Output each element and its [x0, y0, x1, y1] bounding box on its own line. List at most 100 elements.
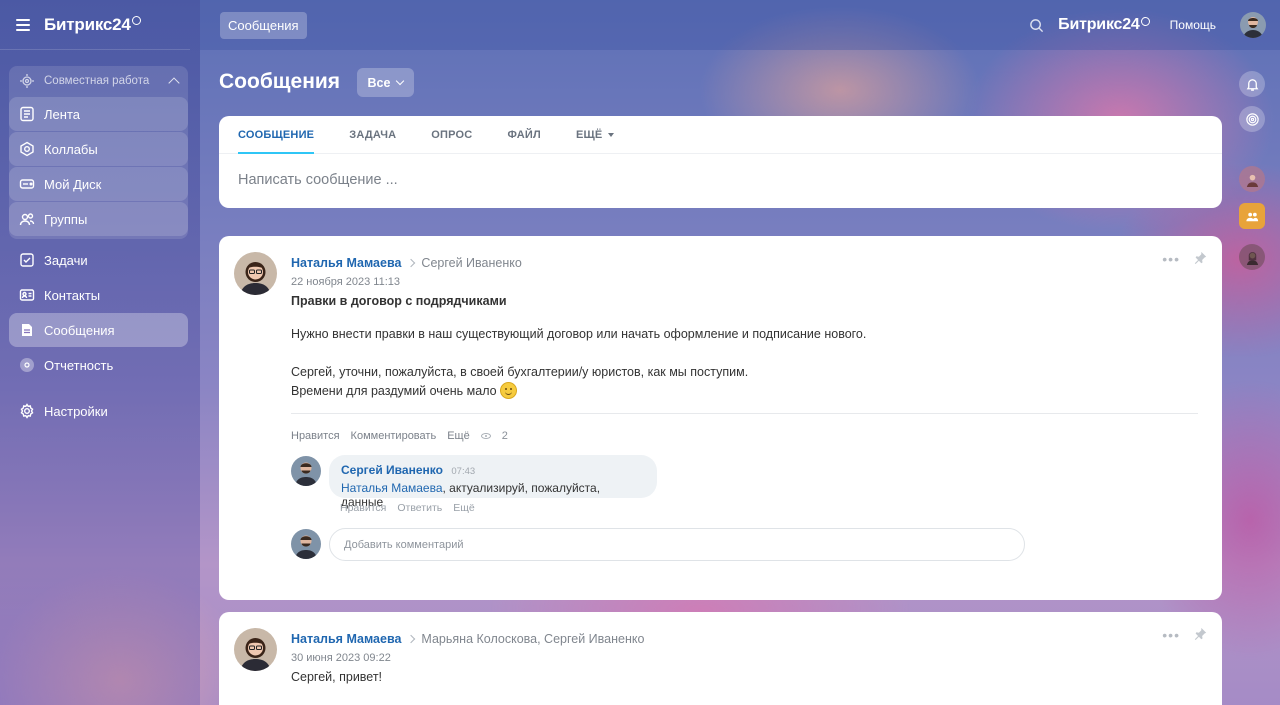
post-paragraph: Сергей, уточни, пожалуйста, в своей бухг… — [291, 365, 749, 379]
views-counter[interactable]: 2 — [480, 430, 519, 442]
logo[interactable]: Битрикс24 — [44, 15, 141, 35]
sidebar-group-collaboration: Совместная работа Лента Коллабы Мой Диск… — [9, 66, 188, 239]
post-author[interactable]: Наталья Мамаева — [291, 632, 401, 646]
sidebar-item-messages[interactable]: Сообщения — [9, 313, 188, 347]
sidebar-item-feed[interactable]: Лента — [9, 97, 188, 131]
sidebar-item-reports[interactable]: Отчетность — [9, 348, 188, 382]
comment-button[interactable]: Комментировать — [351, 430, 437, 442]
post-paragraph-with-emoji: Времени для раздумий очень мало — [291, 382, 1171, 401]
user-avatar[interactable] — [1240, 12, 1266, 38]
comment-author[interactable]: Сергей Иваненко — [341, 463, 443, 477]
top-bar: Сообщения Битрикс24 Помощь — [200, 0, 1280, 50]
post-header: Наталья Мамаева Марьяна Колоскова, Серге… — [291, 632, 644, 646]
current-user-avatar — [291, 529, 321, 559]
search-icon[interactable] — [1029, 18, 1044, 33]
sidebar-header: Битрикс24 — [0, 0, 190, 50]
menu-icon[interactable] — [16, 18, 32, 31]
sidebar-item-disk[interactable]: Мой Диск — [9, 167, 188, 201]
tab-file[interactable]: ФАЙЛ — [507, 116, 540, 154]
chevron-down-icon — [396, 76, 405, 86]
post-recipients[interactable]: Сергей Иваненко — [421, 256, 521, 270]
tab-task[interactable]: ЗАДАЧА — [349, 116, 396, 154]
sidebar-group-title: Совместная работа — [44, 75, 150, 87]
more-icon[interactable]: ••• — [1162, 251, 1180, 267]
sidebar-item-settings[interactable]: Настройки — [9, 394, 188, 428]
disk-icon — [19, 176, 35, 192]
copilot-button[interactable] — [1239, 106, 1265, 132]
comment-like-button[interactable]: Нравится — [340, 502, 386, 514]
sidebar-item-collabs[interactable]: Коллабы — [9, 132, 188, 166]
chevron-up-icon[interactable] — [168, 77, 180, 89]
tab-more[interactable]: ЕЩЁ — [576, 116, 615, 154]
logo-text: Битрикс24 — [44, 14, 131, 34]
comment-time[interactable]: 07:43 — [451, 466, 475, 477]
messages-icon — [19, 322, 35, 338]
pin-icon[interactable] — [1194, 627, 1207, 640]
tab-message[interactable]: СООБЩЕНИЕ — [238, 116, 315, 154]
chat-avatar-2[interactable] — [1239, 244, 1265, 270]
spiral-icon — [1245, 112, 1259, 126]
clock-icon — [131, 15, 141, 25]
filter-dropdown[interactable]: Все — [357, 68, 414, 97]
author-avatar[interactable] — [234, 628, 277, 671]
sidebar-item-contacts[interactable]: Контакты — [9, 278, 188, 312]
notifications-button[interactable] — [1239, 71, 1265, 97]
help-link[interactable]: Помощь — [1170, 18, 1216, 32]
feed-post: Наталья Мамаева Сергей Иваненко 22 ноябр… — [219, 236, 1222, 600]
chat-group-button[interactable] — [1239, 203, 1265, 229]
add-comment-input[interactable]: Добавить комментарий — [329, 528, 1025, 561]
tab-more-label: ЕЩЁ — [575, 128, 603, 141]
post-composer: СООБЩЕНИЕ ЗАДАЧА ОПРОС ФАЙЛ ЕЩЁ Написать… — [219, 116, 1222, 208]
comment-reply-button[interactable]: Ответить — [397, 502, 442, 514]
eye-icon — [480, 433, 491, 439]
sidebar-item-label: Сообщения — [44, 322, 115, 338]
sidebar-item-label: Отчетность — [44, 357, 114, 373]
chat-avatar-1[interactable] — [1239, 166, 1265, 192]
sidebar-item-tasks[interactable]: Задачи — [9, 243, 188, 277]
feed-post: Наталья Мамаева Марьяна Колоскова, Серге… — [219, 612, 1222, 705]
pin-icon[interactable] — [1194, 251, 1207, 264]
like-button[interactable]: Нравится — [291, 430, 340, 442]
comment-mention[interactable]: Наталья Мамаева — [341, 481, 443, 495]
chevron-right-icon — [407, 634, 416, 644]
post-author[interactable]: Наталья Мамаева — [291, 256, 401, 270]
logo-text: Битрикс24 — [1058, 16, 1140, 33]
page-title: Сообщения — [219, 70, 341, 93]
clock-icon — [1140, 17, 1150, 26]
post-paragraph: Нужно внести правки в наш существующий д… — [291, 327, 867, 341]
tab-poll[interactable]: ОПРОС — [431, 116, 472, 154]
post-title: Сергей, привет! — [291, 670, 383, 684]
group-icon — [1245, 212, 1258, 221]
sidebar-item-label: Мой Диск — [44, 176, 102, 192]
author-avatar[interactable] — [234, 252, 277, 295]
more-icon[interactable]: ••• — [1162, 627, 1180, 643]
settings-icon — [19, 403, 35, 419]
feed-icon — [19, 106, 35, 122]
more-button[interactable]: Ещё — [447, 430, 470, 442]
composer-tabs: СООБЩЕНИЕ ЗАДАЧА ОПРОС ФАЙЛ ЕЩЁ — [219, 116, 1222, 154]
commenter-avatar[interactable] — [291, 456, 321, 486]
post-header: Наталья Мамаева Сергей Иваненко — [291, 256, 522, 270]
sidebar-item-label: Настройки — [44, 403, 108, 419]
sidebar-item-label: Группы — [44, 211, 88, 227]
comment-more-button[interactable]: Ещё — [453, 502, 474, 514]
post-divider — [291, 413, 1198, 414]
caret-down-icon — [608, 132, 615, 137]
sidebar-menu: Задачи Контакты Сообщения Отчетность Нас… — [9, 243, 188, 428]
right-rail — [1222, 50, 1280, 705]
sidebar-group-header[interactable]: Совместная работа — [9, 66, 188, 96]
collaboration-icon — [19, 73, 35, 89]
comment-actions: Нравится Ответить Ещё — [340, 502, 486, 514]
current-section-chip[interactable]: Сообщения — [220, 11, 307, 39]
groups-icon — [19, 211, 35, 227]
comment: Сергей Иваненко 07:43 Наталья Мамаева, а… — [329, 455, 657, 509]
top-logo[interactable]: Битрикс24 — [1058, 16, 1150, 34]
post-recipients[interactable]: Марьяна Колоскова, Сергей Иваненко — [421, 632, 644, 646]
post-date[interactable]: 22 ноября 2023 11:13 — [291, 276, 400, 288]
post-body: Нужно внести правки в наш существующий д… — [291, 325, 1171, 401]
compose-message-input[interactable]: Написать сообщение ... — [219, 154, 1222, 206]
post-date[interactable]: 30 июня 2023 09:22 — [291, 652, 391, 664]
sidebar-item-label: Лента — [44, 106, 80, 122]
post-actions: Нравится Комментировать Ещё 2 — [291, 430, 530, 442]
sidebar-item-groups[interactable]: Группы — [9, 202, 188, 236]
